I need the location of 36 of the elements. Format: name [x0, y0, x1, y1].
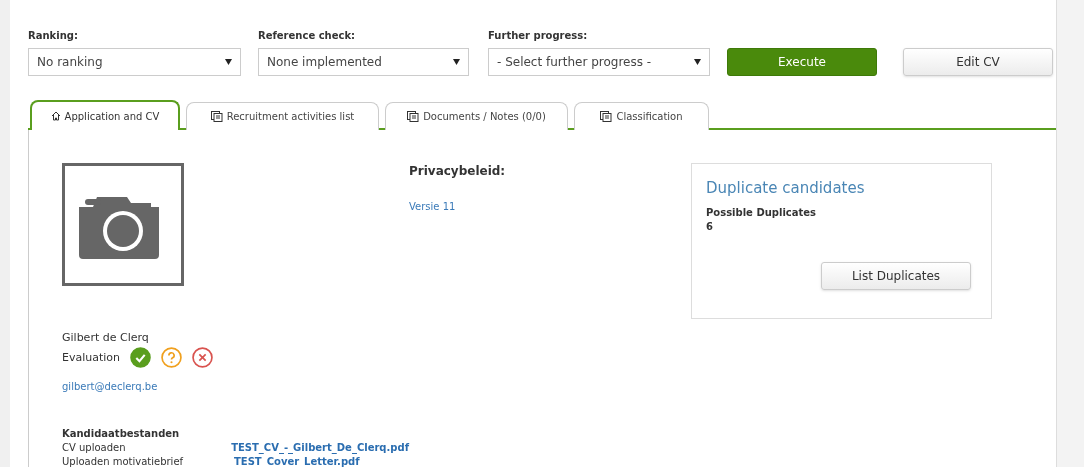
- card-title: Duplicate candidates: [706, 178, 865, 198]
- check-icon[interactable]: [130, 347, 152, 368]
- file-label: Uploaden motivatiebrief: [62, 455, 185, 467]
- list-duplicates-button[interactable]: List Duplicates: [821, 262, 971, 290]
- file-link[interactable]: TEST_CV_-_Gilbert_De_Clerq.pdf: [231, 441, 409, 455]
- filter-label: Reference check:: [258, 30, 357, 42]
- tab[interactable]: Application and CV: [30, 100, 180, 130]
- version-link[interactable]: Versie 11: [409, 199, 456, 214]
- file-link[interactable]: TEST_Cover_Letter.pdf: [234, 455, 360, 467]
- documents-icon: [210, 111, 223, 122]
- file-label: CV uploaden: [62, 441, 127, 455]
- duplicates-label: Possible Duplicates: [706, 206, 816, 220]
- evaluation-label: Evaluation: [62, 349, 121, 366]
- tab[interactable]: Recruitment activities list: [186, 102, 379, 130]
- cross-icon[interactable]: [192, 347, 214, 368]
- email-link[interactable]: gilbert@declerq.be: [62, 379, 409, 394]
- question-icon[interactable]: [161, 347, 183, 368]
- candidate-name: Gilbert de Clerq: [62, 330, 150, 346]
- caret-icon: [225, 59, 232, 65]
- tab[interactable]: Documents / Notes (0/0): [385, 102, 568, 130]
- documents-icon: [600, 111, 613, 122]
- edit-button[interactable]: Edit CV: [903, 48, 1053, 76]
- caret-icon: [453, 59, 460, 65]
- select-dropdown[interactable]: None implemented: [258, 48, 469, 76]
- tab[interactable]: Classification: [574, 102, 709, 130]
- privacy-heading: Privacybeleid:: [409, 163, 506, 180]
- duplicates-count: 6: [706, 220, 713, 234]
- select-dropdown[interactable]: - Select further progress -: [488, 48, 710, 76]
- documents-icon: [407, 111, 420, 122]
- filter-label: Ranking:: [28, 30, 79, 42]
- home-icon: [50, 111, 61, 121]
- execute-button[interactable]: Execute: [727, 48, 877, 76]
- section-heading: Kandidaatbestanden: [62, 427, 181, 441]
- filter-label: Further progress:: [488, 30, 589, 42]
- caret-icon: [694, 59, 701, 65]
- select-dropdown[interactable]: No ranking: [28, 48, 241, 76]
